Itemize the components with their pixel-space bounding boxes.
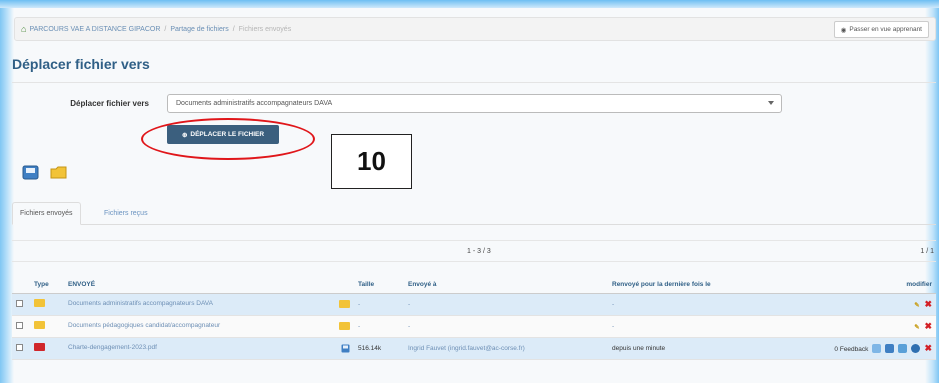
- modify-column-header: modifier: [793, 277, 936, 294]
- table-row: Documents pédagogiques candidat/accompag…: [12, 315, 936, 338]
- breadcrumb-separator: /: [232, 25, 235, 33]
- eye-icon: ◉: [840, 26, 847, 34]
- delete-icon[interactable]: ✖: [924, 343, 932, 354]
- breadcrumb-separator: /: [164, 25, 167, 33]
- sent-column-header[interactable]: ENVOYÉ: [64, 277, 354, 294]
- sent-to: -: [408, 322, 411, 330]
- delete-icon[interactable]: ✖: [924, 299, 932, 310]
- file-name-link[interactable]: Charte-dengagement-2023.pdf: [68, 344, 157, 351]
- breadcrumb: ⌂ PARCOURS VAE A DISTANCE GIPACOR / Part…: [14, 17, 936, 41]
- size-column-header[interactable]: Taille: [354, 277, 404, 294]
- step-callout: 10: [331, 134, 412, 189]
- file-size: -: [358, 322, 361, 330]
- table-row: Documents administratifs accompagnateurs…: [12, 293, 936, 316]
- file-name-link[interactable]: Documents pédagogiques candidat/accompag…: [68, 322, 220, 329]
- breadcrumb-item-sharing[interactable]: Partage de fichiers: [170, 26, 228, 33]
- page-title: Déplacer fichier vers: [12, 56, 150, 72]
- file-size: 516.14k: [358, 344, 382, 352]
- file-size: -: [358, 300, 361, 308]
- pencil-icon[interactable]: ✎: [914, 323, 919, 331]
- tab-bar: Fichiers envoyés Fichiers reçus: [12, 198, 936, 225]
- learner-view-button[interactable]: ◉ Passer en vue apprenant: [833, 21, 929, 38]
- folder-icon: [34, 321, 45, 329]
- folder-move-icon[interactable]: [339, 322, 350, 330]
- tab-received-files[interactable]: Fichiers reçus: [97, 202, 155, 225]
- folder-icon: [34, 299, 45, 307]
- home-icon[interactable]: ⌂: [21, 24, 26, 34]
- pencil-icon[interactable]: ✎: [914, 301, 919, 309]
- breadcrumb-item-course[interactable]: PARCOURS VAE A DISTANCE GIPACOR: [29, 26, 160, 33]
- sent-to[interactable]: Ingrid Fauvet (ingrid.fauvet@ac-corse.fr…: [408, 345, 525, 352]
- resent-date: depuis une minute: [612, 344, 666, 352]
- save-icon[interactable]: [341, 344, 350, 353]
- files-table: Type ENVOYÉ Taille Envoyé à Renvoyé pour…: [12, 277, 936, 360]
- sent-to-column-header[interactable]: Envoyé à: [404, 277, 608, 294]
- folder-icon[interactable]: [50, 165, 67, 180]
- divider: [12, 82, 936, 83]
- resent-column-header[interactable]: Renvoyé pour la dernière fois le: [608, 277, 793, 294]
- globe-icon[interactable]: [910, 344, 920, 354]
- pagination-pages: 1 / 1: [920, 248, 934, 255]
- pagination-range: 1 - 3 / 3: [467, 248, 491, 255]
- row-checkbox[interactable]: [16, 321, 23, 329]
- file-name-link[interactable]: Documents administratifs accompagnateurs…: [68, 300, 213, 307]
- move-target-label: Déplacer fichier vers: [70, 99, 149, 108]
- pagination: 1 - 3 / 3 1 / 1: [12, 240, 936, 262]
- info-icon[interactable]: [872, 344, 882, 354]
- sent-to: -: [408, 300, 411, 308]
- folder-move-icon[interactable]: [339, 300, 350, 308]
- resent-date: -: [612, 322, 615, 330]
- highlight-ellipse: [141, 118, 315, 160]
- resend-icon[interactable]: [897, 344, 907, 354]
- tab-sent-files[interactable]: Fichiers envoyés: [12, 202, 81, 225]
- resent-date: -: [612, 300, 615, 308]
- row-checkbox[interactable]: [16, 299, 23, 307]
- save-icon[interactable]: [885, 344, 895, 354]
- save-icon[interactable]: [22, 165, 39, 180]
- feedback-link[interactable]: 0 Feedback: [834, 346, 868, 353]
- move-target-value: Documents administratifs accompagnateurs…: [176, 100, 333, 107]
- select-column-header: [12, 277, 30, 294]
- chevron-down-icon: [768, 101, 774, 105]
- move-target-select[interactable]: Documents administratifs accompagnateurs…: [167, 94, 782, 113]
- top-strip: [0, 0, 939, 8]
- type-column-header[interactable]: Type: [30, 277, 64, 294]
- breadcrumb-item-current: Fichiers envoyés: [238, 25, 292, 33]
- delete-icon[interactable]: ✖: [924, 321, 932, 332]
- row-checkbox[interactable]: [16, 343, 23, 351]
- pdf-file-icon: [34, 343, 45, 351]
- table-row: Charte-dengagement-2023.pdf 516.14k Ingr…: [12, 337, 936, 360]
- learner-view-label: Passer en vue apprenant: [849, 26, 922, 33]
